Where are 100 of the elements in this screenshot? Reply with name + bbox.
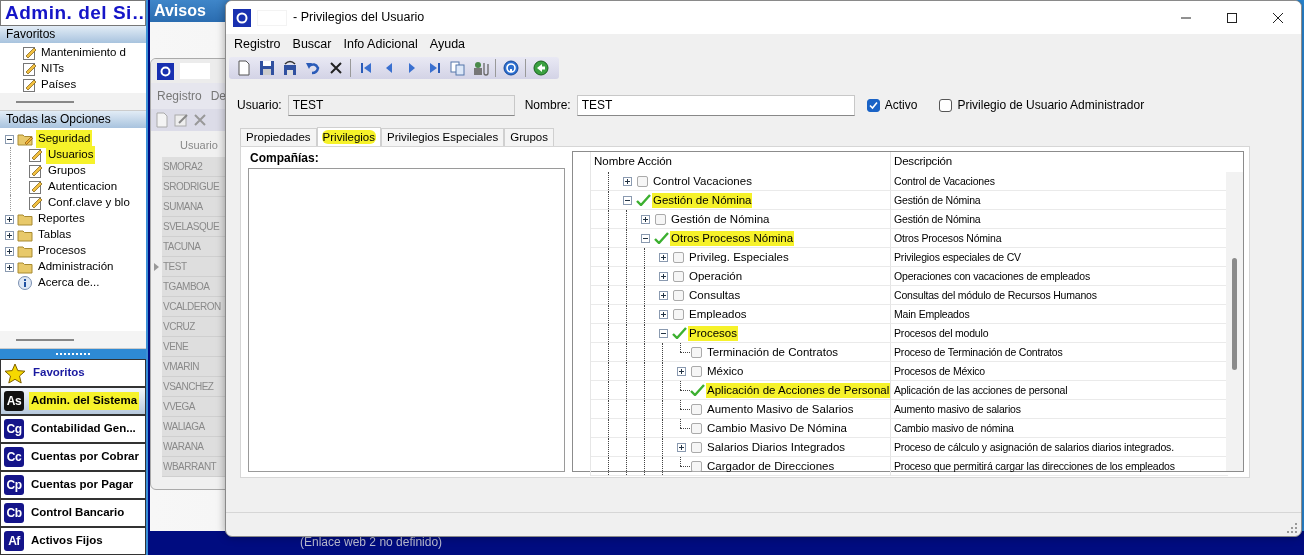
delete-icon[interactable] (327, 60, 344, 76)
check-icon[interactable] (654, 232, 670, 244)
tree-item[interactable]: Privileg. Especiales (688, 249, 790, 265)
expand-icon[interactable] (676, 442, 686, 452)
tree-item[interactable]: Acerca de... (36, 274, 102, 292)
exit-icon[interactable] (532, 60, 549, 76)
expand-icon[interactable] (658, 271, 668, 281)
checkbox[interactable] (691, 460, 703, 472)
tree-item[interactable]: Tablas (36, 226, 74, 244)
collapse-icon[interactable] (640, 233, 650, 243)
expand-icon[interactable] (622, 176, 632, 186)
tree-item[interactable]: Conf.clave y blo (46, 194, 132, 212)
tree-item[interactable]: Procesos (36, 242, 88, 260)
tree-item[interactable]: Operación (688, 268, 744, 284)
checkbox[interactable] (673, 270, 685, 282)
collapse-icon[interactable] (658, 328, 668, 338)
tree-item[interactable]: Usuarios (46, 146, 96, 164)
new-file-icon[interactable] (235, 60, 252, 76)
menu-item[interactable]: Buscar (286, 35, 338, 53)
tab[interactable]: Privilegios (316, 127, 381, 146)
tree-item[interactable]: Administración (36, 258, 116, 276)
tree-item[interactable]: Control Vacaciones (652, 173, 753, 189)
tree-item[interactable]: Gestión de Nómina (670, 211, 771, 227)
splitter-handle[interactable] (0, 349, 146, 359)
copy-icon[interactable] (449, 60, 466, 76)
checkbox[interactable] (691, 365, 703, 377)
favorite-item[interactable]: Mantenimiento d (41, 44, 127, 62)
tree-item[interactable]: Seguridad (36, 130, 93, 148)
tree-item[interactable]: Reportes (36, 210, 87, 228)
save-as-icon[interactable] (281, 60, 298, 76)
tree-item[interactable]: Cambio Masivo De Nómina (706, 420, 848, 436)
tree-item[interactable]: Aplicación de Acciones de Personal (706, 382, 891, 398)
undo-icon[interactable] (304, 60, 321, 76)
checkbox[interactable] (939, 98, 953, 112)
module-button[interactable]: Cg Contabilidad Gen... (0, 415, 146, 443)
menu-item[interactable]: Registro (228, 35, 287, 53)
menu-item[interactable]: Registro (157, 87, 202, 105)
checkbox[interactable] (655, 213, 667, 225)
expand-icon[interactable] (658, 290, 668, 300)
checkbox[interactable] (673, 289, 685, 301)
expand-icon[interactable] (658, 309, 668, 319)
checkbox[interactable] (691, 403, 703, 415)
module-button[interactable]: Cb Control Bancario (0, 499, 146, 527)
module-button[interactable]: Cc Cuentas por Cobrar (0, 443, 146, 471)
name-field[interactable]: TEST (576, 94, 855, 116)
menu-item[interactable]: Ayuda (423, 35, 472, 53)
favorite-item[interactable]: NITs (41, 60, 64, 78)
tree-item[interactable]: Cargador de Direcciones (706, 458, 836, 474)
expand-icon[interactable] (5, 262, 14, 272)
edit-icon[interactable] (173, 112, 189, 128)
menu-item[interactable]: Info Adicional (337, 35, 424, 53)
tree-item[interactable]: México (706, 363, 745, 379)
check-icon[interactable] (672, 327, 688, 339)
tab[interactable]: Propiedades (240, 128, 317, 146)
link-text[interactable]: (Enlace web 2 no definido) (300, 533, 443, 551)
module-button[interactable]: As Admin. del Sistema (0, 387, 146, 415)
help-icon[interactable] (502, 60, 519, 76)
tab[interactable]: Privilegios Especiales (381, 128, 505, 146)
tree-item[interactable]: Aumento Masivo de Salarios (706, 401, 855, 417)
expand-icon[interactable] (640, 214, 650, 224)
save-icon[interactable] (258, 60, 275, 76)
scrollbar-thumb[interactable] (16, 100, 74, 103)
checkbox[interactable] (691, 441, 703, 453)
user-attachment-icon[interactable] (472, 60, 489, 76)
tree-item[interactable]: Consultas (688, 287, 742, 303)
tree-item[interactable]: Autenticacion (46, 178, 120, 196)
checkbox[interactable] (637, 175, 649, 187)
module-button[interactable]: Af Activos Fijos (0, 527, 146, 555)
resize-grip-icon[interactable] (1287, 523, 1297, 533)
collapse-icon[interactable] (5, 134, 14, 144)
tree-item[interactable]: Gestión de Nómina (652, 192, 753, 208)
checkbox[interactable] (691, 422, 703, 434)
tree-item[interactable]: Otros Procesos Nómina (670, 230, 795, 246)
tree-item[interactable]: Terminación de Contratos (706, 344, 840, 360)
check-icon[interactable] (690, 384, 706, 396)
check-icon[interactable] (636, 194, 652, 206)
tab[interactable]: Grupos (504, 128, 554, 146)
expand-icon[interactable] (5, 214, 14, 224)
favorite-item[interactable]: Países (41, 76, 77, 93)
maximize-icon[interactable] (1227, 12, 1237, 23)
module-button[interactable]: Favoritos (0, 359, 146, 387)
scrollbar-thumb[interactable] (16, 338, 74, 341)
tree-item[interactable]: Empleados (688, 306, 748, 322)
checkbox[interactable] (673, 251, 685, 263)
user-field[interactable]: TEST (287, 94, 515, 116)
expand-icon[interactable] (676, 366, 686, 376)
close-icon[interactable] (1273, 12, 1283, 23)
scrollbar-thumb[interactable] (1232, 258, 1237, 370)
expand-icon[interactable] (5, 230, 14, 240)
checkbox[interactable] (673, 308, 685, 320)
module-button[interactable]: Cp Cuentas por Pagar (0, 471, 146, 499)
collapse-icon[interactable] (622, 195, 632, 205)
tree-item[interactable]: Salarios Diarios Integrados (706, 439, 847, 455)
menu-item[interactable]: De (210, 87, 225, 105)
checkbox[interactable] (866, 98, 880, 112)
expand-icon[interactable] (5, 246, 14, 256)
tree-item[interactable]: Procesos (688, 325, 738, 341)
checkbox[interactable] (691, 346, 703, 358)
tree-item[interactable]: Grupos (46, 162, 88, 180)
expand-icon[interactable] (658, 252, 668, 262)
